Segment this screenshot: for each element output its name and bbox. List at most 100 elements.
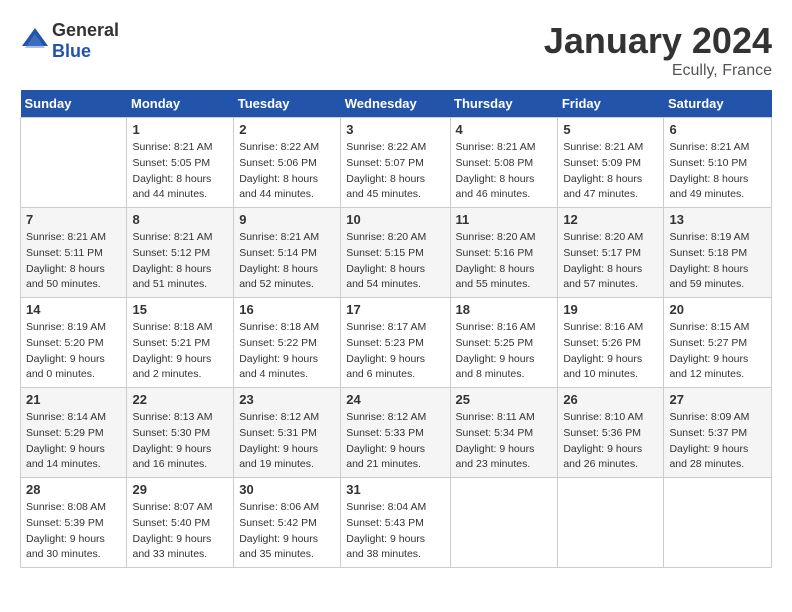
day-number: 16 [239,302,335,317]
calendar-cell: 12 Sunrise: 8:20 AMSunset: 5:17 PMDayligh… [558,208,664,298]
calendar-cell: 26 Sunrise: 8:10 AMSunset: 5:36 PMDayligh… [558,388,664,478]
calendar-cell: 16 Sunrise: 8:18 AMSunset: 5:22 PMDayligh… [234,298,341,388]
calendar-cell: 30 Sunrise: 8:06 AMSunset: 5:42 PMDayligh… [234,478,341,568]
calendar-cell: 25 Sunrise: 8:11 AMSunset: 5:34 PMDayligh… [450,388,558,478]
day-of-week-header: Tuesday [234,90,341,118]
day-number: 5 [563,122,658,137]
day-of-week-header: Friday [558,90,664,118]
logo-icon [20,26,50,56]
day-number: 17 [346,302,444,317]
cell-info: Sunrise: 8:07 AMSunset: 5:40 PMDaylight:… [132,500,228,563]
cell-info: Sunrise: 8:20 AMSunset: 5:15 PMDaylight:… [346,230,444,293]
calendar-cell: 20 Sunrise: 8:15 AMSunset: 5:27 PMDayligh… [664,298,772,388]
calendar-cell [21,118,127,208]
day-number: 7 [26,212,121,227]
cell-info: Sunrise: 8:16 AMSunset: 5:25 PMDaylight:… [456,320,553,383]
cell-info: Sunrise: 8:20 AMSunset: 5:17 PMDaylight:… [563,230,658,293]
cell-info: Sunrise: 8:10 AMSunset: 5:36 PMDaylight:… [563,410,658,473]
cell-info: Sunrise: 8:12 AMSunset: 5:33 PMDaylight:… [346,410,444,473]
logo-general: General [52,20,119,40]
day-number: 1 [132,122,228,137]
cell-info: Sunrise: 8:20 AMSunset: 5:16 PMDaylight:… [456,230,553,293]
calendar-cell: 3Sunrise: 8:22 AMSunset: 5:07 PMDaylight… [341,118,450,208]
calendar-cell: 22 Sunrise: 8:13 AMSunset: 5:30 PMDayligh… [127,388,234,478]
calendar-cell: 24Sunrise: 8:12 AMSunset: 5:33 PMDayligh… [341,388,450,478]
day-number: 18 [456,302,553,317]
month-title: January 2024 [544,20,772,62]
day-number: 23 [239,392,335,407]
day-number: 8 [132,212,228,227]
calendar-cell: 6 Sunrise: 8:21 AMSunset: 5:10 PMDaylight… [664,118,772,208]
title-area: January 2024 Ecully, France [544,20,772,80]
calendar-cell: 23Sunrise: 8:12 AMSunset: 5:31 PMDayligh… [234,388,341,478]
logo: General Blue [20,20,119,62]
calendar-cell: 31 Sunrise: 8:04 AMSunset: 5:43 PMDayligh… [341,478,450,568]
cell-info: Sunrise: 8:06 AMSunset: 5:42 PMDaylight:… [239,500,335,563]
day-of-week-header: Thursday [450,90,558,118]
cell-info: Sunrise: 8:21 AMSunset: 5:10 PMDaylight:… [669,140,766,203]
cell-info: Sunrise: 8:15 AMSunset: 5:27 PMDaylight:… [669,320,766,383]
calendar-week-row: 14Sunrise: 8:19 AMSunset: 5:20 PMDayligh… [21,298,772,388]
cell-info: Sunrise: 8:17 AMSunset: 5:23 PMDaylight:… [346,320,444,383]
day-number: 29 [132,482,228,497]
calendar-header-row: SundayMondayTuesdayWednesdayThursdayFrid… [21,90,772,118]
day-of-week-header: Sunday [21,90,127,118]
day-number: 30 [239,482,335,497]
calendar-cell: 1 Sunrise: 8:21 AMSunset: 5:05 PMDaylight… [127,118,234,208]
day-number: 11 [456,212,553,227]
day-number: 12 [563,212,658,227]
calendar-cell: 14Sunrise: 8:19 AMSunset: 5:20 PMDayligh… [21,298,127,388]
page-header: General Blue January 2024 Ecully, France [20,20,772,80]
cell-info: Sunrise: 8:21 AMSunset: 5:12 PMDaylight:… [132,230,228,293]
cell-info: Sunrise: 8:16 AMSunset: 5:26 PMDaylight:… [563,320,658,383]
day-number: 19 [563,302,658,317]
day-number: 25 [456,392,553,407]
cell-info: Sunrise: 8:13 AMSunset: 5:30 PMDaylight:… [132,410,228,473]
day-of-week-header: Wednesday [341,90,450,118]
calendar-week-row: 1 Sunrise: 8:21 AMSunset: 5:05 PMDaylight… [21,118,772,208]
calendar-cell: 13 Sunrise: 8:19 AMSunset: 5:18 PMDayligh… [664,208,772,298]
calendar-cell: 11 Sunrise: 8:20 AMSunset: 5:16 PMDayligh… [450,208,558,298]
cell-info: Sunrise: 8:21 AMSunset: 5:08 PMDaylight:… [456,140,553,203]
day-number: 15 [132,302,228,317]
day-number: 10 [346,212,444,227]
cell-info: Sunrise: 8:18 AMSunset: 5:21 PMDaylight:… [132,320,228,383]
day-number: 20 [669,302,766,317]
calendar-table: SundayMondayTuesdayWednesdayThursdayFrid… [20,90,772,568]
day-of-week-header: Monday [127,90,234,118]
calendar-cell: 4Sunrise: 8:21 AMSunset: 5:08 PMDaylight… [450,118,558,208]
calendar-cell: 19 Sunrise: 8:16 AMSunset: 5:26 PMDayligh… [558,298,664,388]
cell-info: Sunrise: 8:04 AMSunset: 5:43 PMDaylight:… [346,500,444,563]
calendar-cell: 18 Sunrise: 8:16 AMSunset: 5:25 PMDayligh… [450,298,558,388]
calendar-cell: 15 Sunrise: 8:18 AMSunset: 5:21 PMDayligh… [127,298,234,388]
calendar-cell: 8 Sunrise: 8:21 AMSunset: 5:12 PMDaylight… [127,208,234,298]
cell-info: Sunrise: 8:08 AMSunset: 5:39 PMDaylight:… [26,500,121,563]
day-number: 31 [346,482,444,497]
day-of-week-header: Saturday [664,90,772,118]
calendar-cell: 17 Sunrise: 8:17 AMSunset: 5:23 PMDayligh… [341,298,450,388]
calendar-cell: 2Sunrise: 8:22 AMSunset: 5:06 PMDaylight… [234,118,341,208]
calendar-cell: 27Sunrise: 8:09 AMSunset: 5:37 PMDayligh… [664,388,772,478]
day-number: 6 [669,122,766,137]
day-number: 3 [346,122,444,137]
calendar-cell [664,478,772,568]
cell-info: Sunrise: 8:21 AMSunset: 5:05 PMDaylight:… [132,140,228,203]
day-number: 22 [132,392,228,407]
day-number: 13 [669,212,766,227]
calendar-week-row: 28 Sunrise: 8:08 AMSunset: 5:39 PMDayligh… [21,478,772,568]
cell-info: Sunrise: 8:18 AMSunset: 5:22 PMDaylight:… [239,320,335,383]
day-number: 26 [563,392,658,407]
cell-info: Sunrise: 8:09 AMSunset: 5:37 PMDaylight:… [669,410,766,473]
calendar-cell: 9Sunrise: 8:21 AMSunset: 5:14 PMDaylight… [234,208,341,298]
calendar-week-row: 21Sunrise: 8:14 AMSunset: 5:29 PMDayligh… [21,388,772,478]
cell-info: Sunrise: 8:19 AMSunset: 5:18 PMDaylight:… [669,230,766,293]
calendar-cell: 29 Sunrise: 8:07 AMSunset: 5:40 PMDayligh… [127,478,234,568]
calendar-cell: 5Sunrise: 8:21 AMSunset: 5:09 PMDaylight… [558,118,664,208]
cell-info: Sunrise: 8:21 AMSunset: 5:11 PMDaylight:… [26,230,121,293]
calendar-cell: 21Sunrise: 8:14 AMSunset: 5:29 PMDayligh… [21,388,127,478]
cell-info: Sunrise: 8:22 AMSunset: 5:06 PMDaylight:… [239,140,335,203]
day-number: 9 [239,212,335,227]
cell-info: Sunrise: 8:19 AMSunset: 5:20 PMDaylight:… [26,320,121,383]
cell-info: Sunrise: 8:11 AMSunset: 5:34 PMDaylight:… [456,410,553,473]
day-number: 28 [26,482,121,497]
